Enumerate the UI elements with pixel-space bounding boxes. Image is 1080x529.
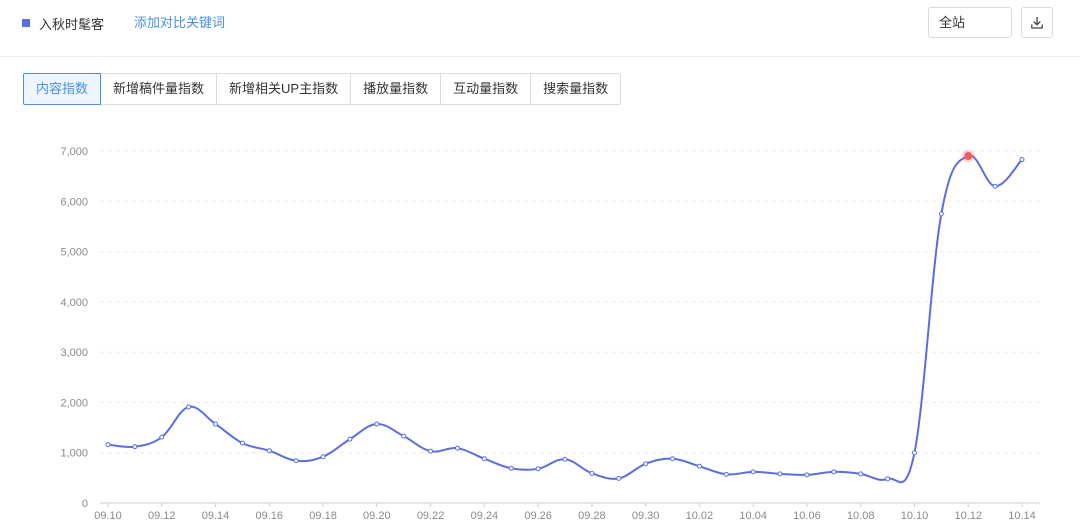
data-point: [885, 476, 891, 482]
y-tick-label: 7,000: [60, 146, 88, 158]
data-point: [696, 463, 702, 469]
data-point: [831, 469, 837, 475]
data-point: [858, 471, 864, 477]
x-tick-label: 09.30: [632, 510, 660, 522]
data-point: [347, 436, 353, 442]
x-tick-label: 10.14: [1008, 510, 1036, 522]
data-point: [992, 183, 998, 189]
x-tick-label: 09.20: [363, 510, 391, 522]
trend-chart: 0 1,000 2,000 3,000 4,000 5,000 6,000 7,000 09.1…: [60, 146, 1040, 522]
tab-0[interactable]: 内容指数: [23, 73, 102, 105]
x-tick-label: 09.24: [471, 510, 499, 522]
x-tick-label: 10.04: [739, 510, 767, 522]
data-point: [938, 211, 944, 217]
x-tick-label: 10.06: [793, 510, 821, 522]
x-tick-label: 09.16: [256, 510, 284, 522]
data-point: [159, 434, 165, 440]
x-tick-label: 10.02: [686, 510, 714, 522]
data-point: [804, 472, 810, 478]
y-tick-label: 6,000: [60, 196, 88, 208]
data-point: [723, 471, 729, 477]
data-point: [508, 465, 514, 471]
highlight-point: [964, 152, 973, 161]
y-tick-label: 2,000: [60, 397, 88, 409]
data-point: [670, 456, 676, 462]
data-point: [750, 469, 756, 475]
data-point: [239, 440, 245, 446]
series-line: [107, 154, 1023, 484]
x-tick-label: 10.10: [901, 510, 929, 522]
data-point: [777, 471, 783, 477]
data-point: [401, 433, 407, 439]
y-tick-label: 1,000: [60, 448, 88, 460]
x-tick-label: 09.14: [202, 510, 230, 522]
data-point: [616, 475, 622, 481]
y-tick-label: 0: [82, 498, 88, 510]
data-point: [562, 456, 568, 462]
data-point: [481, 456, 487, 462]
x-tick-label: 09.26: [524, 510, 552, 522]
x-tick-label: 09.10: [94, 510, 122, 522]
data-point: [132, 444, 138, 450]
y-tick-label: 4,000: [60, 297, 88, 309]
y-tick-label: 3,000: [60, 347, 88, 359]
x-tick-label: 10.12: [954, 510, 982, 522]
data-point: [213, 421, 219, 427]
x-tick-label: 09.18: [309, 510, 337, 522]
data-point: [105, 442, 111, 448]
data-point: [374, 421, 380, 427]
data-point: [1019, 157, 1025, 163]
data-point: [643, 461, 649, 467]
data-point: [428, 448, 434, 454]
x-tick-label: 09.22: [417, 510, 445, 522]
x-tick-label: 09.12: [148, 510, 176, 522]
trend-page: 入秋时髦客 添加对比关键词 全站 内容指数 新增稿件量指数 新增相关UP主指数 播放量…: [0, 0, 1080, 529]
x-tick-label: 09.28: [578, 510, 606, 522]
data-point: [186, 404, 192, 410]
data-point: [320, 454, 326, 460]
data-point: [589, 470, 595, 476]
data-point: [454, 445, 460, 451]
data-point: [293, 458, 299, 464]
data-point: [911, 450, 917, 456]
data-point: [535, 466, 541, 472]
data-point: [266, 448, 272, 454]
x-tick-label: 10.08: [847, 510, 875, 522]
y-tick-label: 5,000: [60, 247, 88, 259]
